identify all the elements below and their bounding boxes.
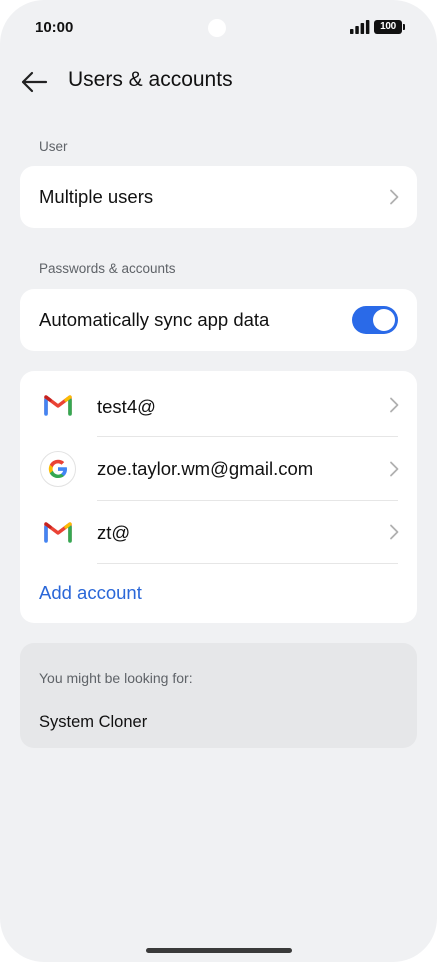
account-label: zt@ [97,522,131,543]
settings-screen: 10:00 100 Users & accounts User Multiple… [0,0,437,962]
multiple-users-card: Multiple users [20,166,417,228]
toggle-knob [373,309,395,331]
auto-sync-label: Automatically sync app data [39,309,270,330]
auto-sync-card: Automatically sync app data [20,289,417,351]
status-bar: 10:00 100 [0,0,437,56]
account-row-zoe-taylor[interactable]: zoe.taylor.wm@gmail.com [20,437,417,500]
suggestion-system-cloner[interactable]: System Cloner [39,713,147,732]
auto-sync-item[interactable]: Automatically sync app data [20,289,417,351]
account-row-test4[interactable]: test4@ [20,374,417,436]
row-divider [97,563,398,564]
back-button[interactable] [16,64,52,100]
chevron-right-icon [390,524,399,540]
front-camera-cutout [208,19,226,37]
section-label-user: User [39,139,68,154]
gmail-icon [42,516,74,548]
cellular-signal-icon [350,20,370,34]
back-arrow-icon [21,71,48,93]
auto-sync-toggle[interactable] [352,306,398,334]
chevron-right-icon [390,189,399,205]
account-label: test4@ [97,396,156,417]
suggestions-label: You might be looking for: [39,670,193,686]
account-row-zt[interactable]: zt@ [20,501,417,563]
page-title: Users & accounts [68,68,233,91]
gmail-icon [42,389,74,421]
suggestions-card: You might be looking for: System Cloner [20,643,417,748]
chevron-right-icon [390,461,399,476]
google-icon [40,451,76,487]
multiple-users-label: Multiple users [39,186,154,207]
status-time: 10:00 [35,19,74,36]
add-account-button[interactable]: Add account [39,582,142,604]
account-label: zoe.taylor.wm@gmail.com [97,458,314,479]
multiple-users-item[interactable]: Multiple users [20,166,417,228]
section-label-passwords-accounts: Passwords & accounts [39,261,176,276]
home-indicator[interactable] [146,948,292,953]
accounts-card: test4@ zoe.taylor.wm@gmail.com zt@ Add a… [20,371,417,623]
chevron-right-icon [390,397,399,413]
app-header: Users & accounts [0,56,437,106]
battery-icon: 100 [374,20,405,34]
